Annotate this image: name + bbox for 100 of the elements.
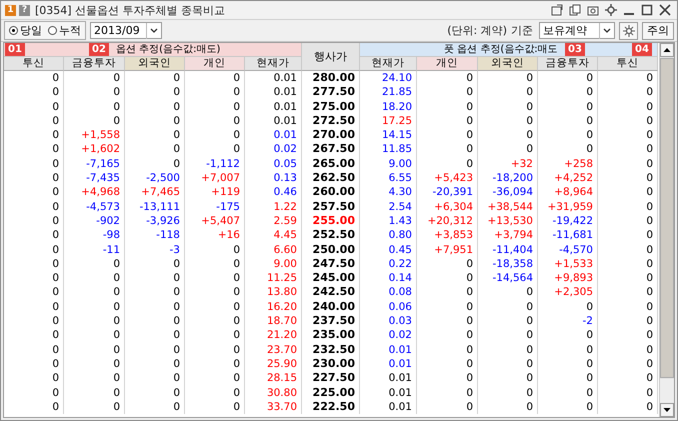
table-cell: 0 — [598, 386, 658, 400]
column-header: 외국인 — [125, 57, 185, 71]
scroll-up-icon[interactable] — [660, 43, 674, 57]
maximize-icon[interactable] — [641, 4, 653, 16]
column-header: 현재가 — [360, 57, 417, 71]
table-cell: -3 — [125, 242, 185, 257]
callout-badge: 02 — [89, 43, 109, 56]
table-cell: +9,893 — [538, 271, 598, 286]
table-cell: 14.15 — [360, 128, 417, 142]
table-cell: +1,558 — [64, 128, 125, 142]
column-header: 투신 — [4, 57, 64, 71]
strike-price-cell: 227.50 — [302, 371, 360, 386]
column-header: 행사가 — [302, 43, 360, 71]
table-cell: 0 — [4, 371, 64, 386]
table-cell: 0 — [538, 300, 598, 314]
table-cell: +258 — [538, 156, 598, 172]
table-cell: 0 — [125, 71, 185, 86]
table-cell: 0 — [4, 356, 64, 372]
table-cell: 0 — [598, 242, 658, 257]
strike-price-cell: 237.50 — [302, 314, 360, 328]
table-cell: +7,007 — [185, 171, 245, 186]
camera-icon[interactable] — [587, 4, 599, 16]
vertical-scrollbar[interactable] — [659, 43, 674, 417]
table-cell: 1.22 — [245, 200, 302, 214]
scrollbar-thumb[interactable] — [660, 58, 674, 378]
table-cell: 0 — [478, 128, 538, 142]
table-cell: 0 — [538, 356, 598, 372]
settings-button[interactable] — [619, 22, 638, 40]
table-cell: 0 — [538, 400, 598, 414]
table-cell: 0 — [538, 342, 598, 357]
table-cell: 0 — [4, 314, 64, 328]
table-cell: 9.00 — [360, 156, 417, 172]
table-cell: 0 — [125, 100, 185, 114]
table-cell: -98 — [64, 228, 125, 243]
table-cell: 0 — [417, 85, 478, 100]
table-cell: 0 — [598, 300, 658, 314]
table-cell: 25.90 — [245, 356, 302, 372]
column-header: 개인 — [185, 57, 245, 71]
table-cell: +1,602 — [64, 142, 125, 157]
column-header: 투신 — [598, 57, 658, 71]
table-cell: 11.85 — [360, 142, 417, 157]
table-cell: -175 — [185, 200, 245, 214]
table-cell: 0.01 — [245, 71, 302, 86]
table-cell: 0 — [598, 114, 658, 128]
table-cell: 0 — [417, 400, 478, 414]
table-cell: 0 — [598, 85, 658, 100]
screen-number-badge: 1 — [5, 4, 16, 16]
table-cell: 0 — [4, 400, 64, 414]
close-icon[interactable] — [659, 4, 671, 16]
strike-price-cell: 255.00 — [302, 214, 360, 228]
basis-dropdown[interactable]: 보유계약 — [539, 22, 615, 39]
table-cell: 33.70 — [245, 400, 302, 414]
table-cell: -2,500 — [125, 171, 185, 186]
month-dropdown[interactable]: 2013/09 — [90, 22, 162, 39]
copy-icon[interactable] — [569, 4, 581, 16]
table-cell: 0 — [64, 85, 125, 100]
table-cell: +20,312 — [417, 214, 478, 228]
table-cell: -2 — [538, 314, 598, 328]
table-cell: 0 — [417, 300, 478, 314]
strike-price-cell: 222.50 — [302, 400, 360, 414]
strike-price-cell: 250.00 — [302, 242, 360, 257]
basis-label: 기준 — [511, 23, 533, 38]
table-cell: -11 — [64, 242, 125, 257]
table-cell: 0 — [478, 114, 538, 128]
strike-price-cell: 265.00 — [302, 156, 360, 172]
table-cell: 0.80 — [360, 228, 417, 243]
table-cell: 0 — [417, 142, 478, 157]
table-cell: +32 — [478, 156, 538, 172]
table-cell: -11,681 — [538, 228, 598, 243]
table-cell: 0 — [538, 328, 598, 343]
table-cell: 11.25 — [245, 271, 302, 286]
notice-button[interactable]: 주의 — [642, 22, 674, 40]
table-cell: -18,200 — [478, 171, 538, 186]
table-cell: -18,358 — [478, 256, 538, 272]
table-cell: 0.46 — [245, 185, 302, 200]
table-cell: 0 — [417, 128, 478, 142]
table-cell: 0 — [538, 386, 598, 400]
table-cell: 0 — [4, 242, 64, 257]
table-cell: 0 — [125, 342, 185, 357]
period-radio[interactable]: 누적 — [48, 23, 81, 38]
table-cell: 0 — [598, 356, 658, 372]
table-cell: 0 — [185, 256, 245, 272]
table-cell: +4,252 — [538, 171, 598, 186]
table-cell: 0.05 — [245, 156, 302, 172]
table-cell: 0 — [185, 285, 245, 300]
table-cell: 0.01 — [360, 356, 417, 372]
window-link-icon[interactable] — [551, 4, 563, 16]
table-cell: 0 — [417, 71, 478, 86]
table-cell: +8,964 — [538, 185, 598, 200]
scroll-down-icon[interactable] — [660, 403, 674, 417]
table-cell: 0 — [185, 300, 245, 314]
table-cell: 0 — [185, 342, 245, 357]
table-cell: 0 — [478, 142, 538, 157]
table-cell: 0.06 — [360, 300, 417, 314]
table-cell: 0 — [598, 328, 658, 343]
period-radio[interactable]: 당일 — [9, 23, 42, 38]
callout-badge: 04 — [632, 43, 652, 56]
table-cell: 0 — [64, 328, 125, 343]
table-cell: 0 — [478, 100, 538, 114]
table-cell: 0.13 — [245, 171, 302, 186]
